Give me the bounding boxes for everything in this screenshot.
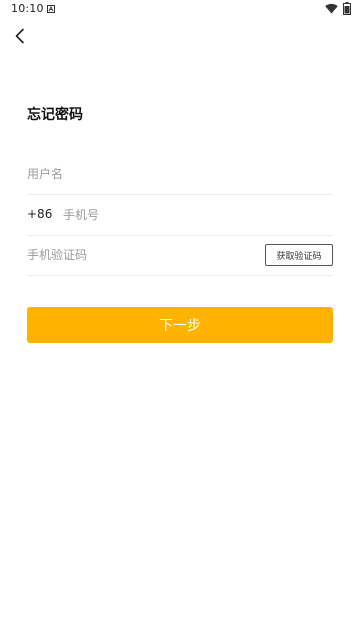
chevron-left-icon: [15, 28, 24, 44]
status-time: 10:10: [11, 2, 44, 15]
username-row: [27, 155, 333, 195]
country-code[interactable]: +86: [27, 207, 52, 221]
phone-input[interactable]: [63, 204, 323, 226]
wifi-icon: [325, 3, 338, 14]
get-code-button[interactable]: 获取验证码: [265, 244, 333, 266]
phone-row: +86: [27, 196, 333, 236]
next-button[interactable]: 下一步: [27, 307, 333, 343]
verification-code-input[interactable]: [27, 244, 247, 266]
forgot-password-screen: 10:10 忘记密码 +86 获取验证码 下一步: [0, 0, 360, 640]
battery-icon: [343, 2, 351, 15]
username-input[interactable]: [27, 163, 327, 185]
page-title: 忘记密码: [27, 107, 83, 123]
verification-code-row: 获取验证码: [27, 236, 333, 276]
back-button[interactable]: [8, 24, 32, 48]
a-letter-icon: [47, 5, 55, 13]
status-bar: 10:10: [0, 0, 360, 20]
